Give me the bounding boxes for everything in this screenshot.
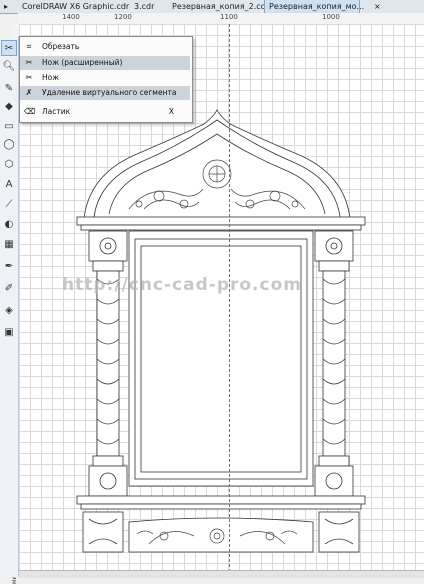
pick-tool-mini[interactable]: ▸ xyxy=(0,0,18,13)
close-icon[interactable]: × xyxy=(370,0,384,13)
crop-tools-flyout: ⌗ Обрезать ✂ Нож (расширенный) ✂ Нож ✗ У… xyxy=(19,36,193,123)
crop-icon: ⌗ xyxy=(26,42,32,51)
tab-coreldraw-graphic[interactable]: CorelDRAW X6 Graphic.cdr xyxy=(18,0,129,13)
polygon-tool-icon[interactable]: ⬡ xyxy=(1,156,17,172)
knife-extended-icon: ✂ xyxy=(25,58,33,67)
tab-backup-2[interactable]: Резервная_копия_2.cdr xyxy=(168,0,269,13)
flyout-item-eraser[interactable]: ⌫ Ластик X xyxy=(20,105,190,119)
ellipse-tool-icon[interactable]: ◯ xyxy=(1,136,17,152)
outline-pen-icon[interactable]: ✐ xyxy=(1,280,17,296)
tab-backup-mo[interactable]: Резервная_копия_мо... xyxy=(264,0,364,13)
flyout-item-crop[interactable]: ⌗ Обрезать xyxy=(20,40,190,54)
flyout-item-virtual-segment-delete[interactable]: ✗ Удаление виртуального сегмента xyxy=(20,86,190,100)
transparency-tool-icon[interactable]: ▦ xyxy=(1,236,17,252)
flyout-item-shortcut: X xyxy=(168,107,174,116)
blend-tool-icon[interactable]: ◐ xyxy=(1,216,17,232)
flyout-item-knife[interactable]: ✂ Нож xyxy=(20,71,190,85)
flyout-item-label: Нож (расширенный) xyxy=(42,58,123,67)
virtual-segment-delete-icon: ✗ xyxy=(25,88,33,97)
freehand-tool-icon[interactable]: ✎ xyxy=(1,80,17,96)
rectangle-tool-icon[interactable]: ▭ xyxy=(1,118,17,134)
vertical-guideline[interactable] xyxy=(229,24,230,577)
knife-icon: ✂ xyxy=(25,73,33,82)
ruler-top-label: 1000 xyxy=(322,13,340,21)
eyedropper-tool-icon[interactable]: ✒ xyxy=(1,258,17,274)
connector-tool-icon[interactable]: ⟋ xyxy=(1,196,17,212)
flyout-item-label: Нож xyxy=(42,73,59,82)
fill-tool-icon[interactable]: ◈ xyxy=(1,302,17,318)
flyout-item-label: Удаление виртуального сегмента xyxy=(42,88,177,97)
flyout-item-knife-extended[interactable]: ✂ Нож (расширенный) xyxy=(20,56,190,70)
text-tool-icon[interactable]: A xyxy=(1,176,17,192)
crop-tool-icon[interactable]: ✂ xyxy=(1,40,17,56)
toolbox: ✂ 🔍︎ ✎ ◆ ▭ ◯ ⬡ A ⟋ ◐ ▦ ✒ ✐ ◈ ▣ xyxy=(0,36,19,577)
document-tabs: ▸ CorelDRAW X6 Graphic.cdr 3.cdr Резервн… xyxy=(0,0,424,14)
flyout-item-label: Ластик xyxy=(42,107,71,116)
eraser-icon: ⌫ xyxy=(24,107,36,116)
ruler-top-label: 1400 xyxy=(62,13,80,21)
ruler-top-label: 1100 xyxy=(220,13,238,21)
watermark-text: http://cnc-cad-pro.com xyxy=(62,275,302,295)
flyout-item-label: Обрезать xyxy=(42,42,80,51)
smart-fill-icon[interactable]: ◆ xyxy=(1,98,17,114)
tab-3-cdr[interactable]: 3.cdr xyxy=(130,0,170,13)
ruler-top-label: 1200 xyxy=(114,13,132,21)
interactive-fill-icon[interactable]: ▣ xyxy=(1,324,17,340)
zoom-tool-icon[interactable]: 🔍︎ xyxy=(1,58,17,74)
